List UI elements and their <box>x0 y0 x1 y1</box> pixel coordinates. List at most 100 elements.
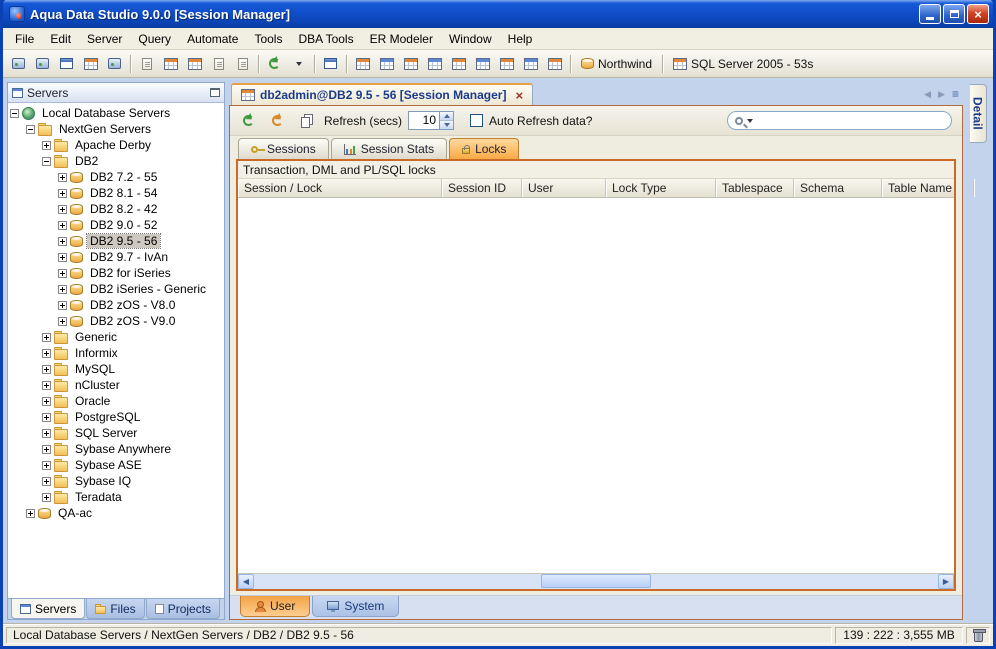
tree-item-db2-9-0-52[interactable]: DB2 9.0 - 52 <box>8 217 224 233</box>
expand-icon[interactable] <box>58 284 67 294</box>
menu-tools[interactable]: Tools <box>246 28 290 50</box>
view-designer-icon[interactable] <box>471 53 494 75</box>
menu-automate[interactable]: Automate <box>179 28 246 50</box>
expand-icon[interactable] <box>58 236 67 246</box>
export-data-icon[interactable] <box>231 53 254 75</box>
tab-files[interactable]: Files <box>86 599 145 619</box>
schedule-dropdown-icon[interactable] <box>287 53 310 75</box>
schedule-icon[interactable] <box>263 53 286 75</box>
tab-user[interactable]: User <box>240 596 311 617</box>
expand-icon[interactable] <box>42 412 51 422</box>
tab-servers[interactable]: Servers <box>11 599 86 619</box>
edit-table-data-icon[interactable] <box>183 53 206 75</box>
tab-locks[interactable]: Locks <box>449 138 520 159</box>
import-data-icon[interactable] <box>207 53 230 75</box>
tab-sessions[interactable]: Sessions <box>238 138 329 159</box>
horizontal-scrollbar[interactable]: ◀ ▶ <box>238 573 954 589</box>
tree-item-oracle[interactable]: Oracle <box>8 393 224 409</box>
expand-icon[interactable] <box>42 428 51 438</box>
minimize-button[interactable] <box>919 4 941 24</box>
scroll-right-icon[interactable]: ▶ <box>938 574 954 589</box>
document-tab[interactable]: db2admin@DB2 9.5 - 56 [Session Manager] … <box>231 83 534 105</box>
spin-down-icon[interactable] <box>440 121 454 129</box>
menu-help[interactable]: Help <box>500 28 541 50</box>
tree-item-qa-ac[interactable]: QA-ac <box>8 505 224 521</box>
refresh-all-button[interactable] <box>266 110 289 132</box>
tab-projects[interactable]: Projects <box>145 599 221 619</box>
new-window-icon[interactable] <box>319 53 342 75</box>
menu-er-modeler[interactable]: ER Modeler <box>362 28 441 50</box>
expand-icon[interactable] <box>42 380 51 390</box>
close-button[interactable]: × <box>967 4 989 24</box>
tree-item-teradata[interactable]: Teradata <box>8 489 224 505</box>
query-analyzer-icon[interactable] <box>135 53 158 75</box>
tree-item-db2-iseries-generic[interactable]: DB2 iSeries - Generic <box>8 281 224 297</box>
menu-query[interactable]: Query <box>130 28 179 50</box>
expand-icon[interactable] <box>58 268 67 278</box>
column-header-session-id[interactable]: Session ID <box>442 179 522 197</box>
column-header-user[interactable]: User <box>522 179 606 197</box>
refresh-interval-value[interactable]: 10 <box>409 112 439 129</box>
pivot-grid-icon[interactable] <box>375 53 398 75</box>
column-header-tablespace[interactable]: Tablespace <box>716 179 794 197</box>
chart-view-icon[interactable] <box>423 53 446 75</box>
column-header-lock-type[interactable]: Lock Type <box>606 179 716 197</box>
tree-item-db2-9-7-ivan[interactable]: DB2 9.7 - IvAn <box>8 249 224 265</box>
collapse-icon[interactable] <box>26 124 35 134</box>
titlebar[interactable]: Aqua Data Studio 9.0.0 [Session Manager]… <box>3 0 993 28</box>
expand-icon[interactable] <box>42 140 51 150</box>
scrollbar-track[interactable] <box>254 574 938 589</box>
expand-icon[interactable] <box>58 204 67 214</box>
refresh-button[interactable] <box>237 110 260 132</box>
menu-edit[interactable]: Edit <box>42 28 79 50</box>
tree-item-informix[interactable]: Informix <box>8 345 224 361</box>
search-options-icon[interactable] <box>747 118 753 123</box>
expand-icon[interactable] <box>42 444 51 454</box>
form-view-icon[interactable] <box>399 53 422 75</box>
connect-server-icon[interactable] <box>31 53 54 75</box>
database-selector[interactable]: Northwind <box>575 53 658 75</box>
server-indicator[interactable]: SQL Server 2005 - 53s <box>667 53 819 75</box>
column-header-session-lock[interactable]: Session / Lock <box>238 179 442 197</box>
scroll-left-icon[interactable]: ◀ <box>238 574 254 589</box>
tree-item-sql-server[interactable]: SQL Server <box>8 425 224 441</box>
expand-icon[interactable] <box>42 460 51 470</box>
tab-list-icon[interactable]: ≡ <box>952 87 959 101</box>
tab-session-stats[interactable]: Session Stats <box>330 138 448 159</box>
prev-tab-icon[interactable]: ◀ <box>924 89 931 100</box>
tree-item-db2-7-2-55[interactable]: DB2 7.2 - 55 <box>8 169 224 185</box>
next-tab-icon[interactable]: ▶ <box>938 89 945 100</box>
collapse-icon[interactable] <box>10 108 19 118</box>
expand-icon[interactable] <box>58 300 67 310</box>
collapse-icon[interactable] <box>42 156 51 166</box>
menu-dba-tools[interactable]: DBA Tools <box>290 28 361 50</box>
grid-results-icon[interactable] <box>351 53 374 75</box>
session-manager-icon[interactable] <box>543 53 566 75</box>
column-header-schema[interactable]: Schema <box>794 179 882 197</box>
maximize-button[interactable] <box>943 4 965 24</box>
tree-item-db2-9-5-56[interactable]: DB2 9.5 - 56 <box>8 233 224 249</box>
tree-item-sybase-anywhere[interactable]: Sybase Anywhere <box>8 441 224 457</box>
tree-item-ncluster[interactable]: nCluster <box>8 377 224 393</box>
copy-button[interactable] <box>295 110 318 132</box>
expand-icon[interactable] <box>42 364 51 374</box>
table-designer-icon[interactable] <box>447 53 470 75</box>
tree-item-db2-zos-v8-0[interactable]: DB2 zOS - V8.0 <box>8 297 224 313</box>
tree-item-local-database-servers[interactable]: Local Database Servers <box>8 105 224 121</box>
server-properties-icon[interactable] <box>103 53 126 75</box>
refresh-interval-spinner[interactable]: 10 <box>408 111 455 130</box>
menu-file[interactable]: File <box>7 28 42 50</box>
tree-item-sybase-iq[interactable]: Sybase IQ <box>8 473 224 489</box>
expand-icon[interactable] <box>42 348 51 358</box>
tree-item-db2-zos-v9-0[interactable]: DB2 zOS - V9.0 <box>8 313 224 329</box>
tree-item-db2-8-2-42[interactable]: DB2 8.2 - 42 <box>8 201 224 217</box>
expand-icon[interactable] <box>26 508 35 518</box>
garbage-collect-button[interactable] <box>966 627 990 644</box>
er-diagram-icon[interactable] <box>495 53 518 75</box>
scrollbar-thumb[interactable] <box>541 574 652 588</box>
expand-icon[interactable] <box>58 316 67 326</box>
expand-icon[interactable] <box>58 172 67 182</box>
tree-item-generic[interactable]: Generic <box>8 329 224 345</box>
tree-item-db2-8-1-54[interactable]: DB2 8.1 - 54 <box>8 185 224 201</box>
tree-item-db2-for-iseries[interactable]: DB2 for iSeries <box>8 265 224 281</box>
